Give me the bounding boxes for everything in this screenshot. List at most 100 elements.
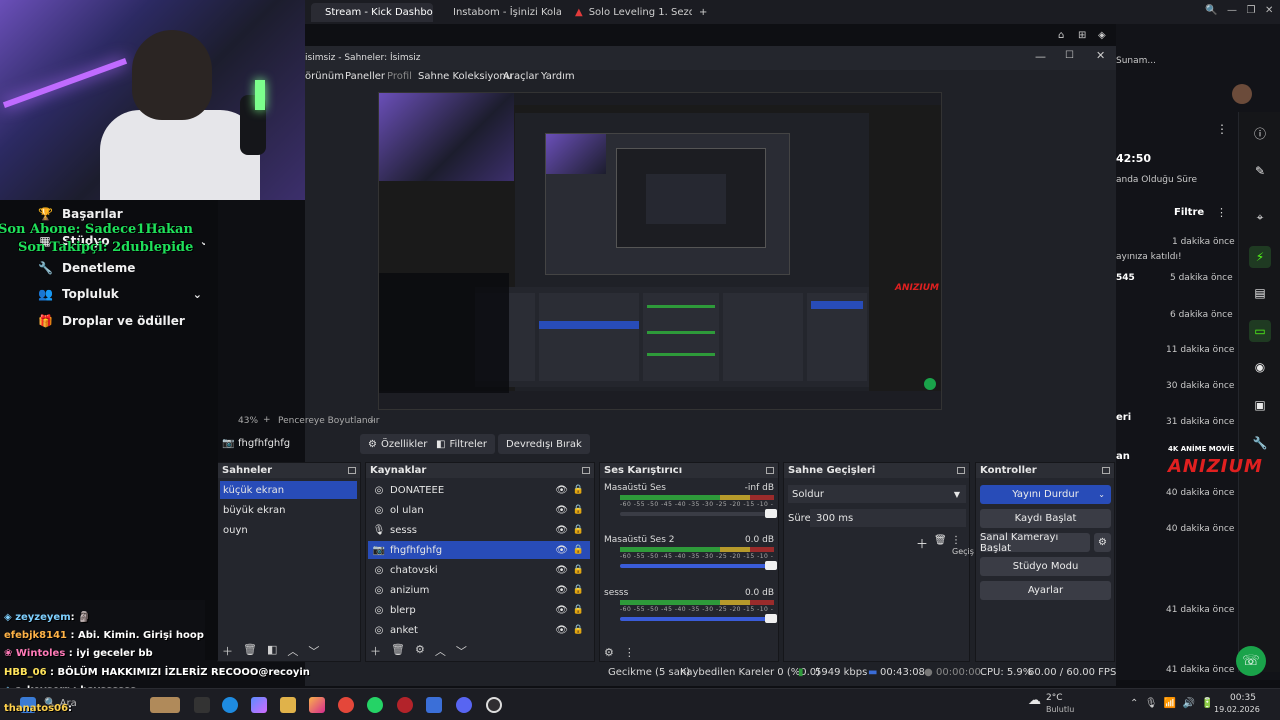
- studio-mode-button[interactable]: Stüdyo Modu: [980, 557, 1111, 576]
- filter-icon[interactable]: ◧: [267, 643, 277, 659]
- add-icon[interactable]: ＋: [916, 535, 928, 552]
- chevron-down-icon[interactable]: ⌄: [368, 415, 376, 425]
- folder-icon[interactable]: [280, 697, 296, 713]
- fader-knob[interactable]: [765, 509, 777, 518]
- gear-icon[interactable]: ⚙: [415, 643, 425, 659]
- plus-icon[interactable]: +: [263, 415, 271, 425]
- virtual-camera-button[interactable]: Sanal Kamerayı Başlat: [980, 532, 1090, 554]
- widget-icon[interactable]: [150, 697, 180, 713]
- sidebar-item-community[interactable]: 👥 Topluluk ⌄: [38, 287, 202, 301]
- clock-time[interactable]: 00:35: [1230, 693, 1256, 703]
- fit-to-window[interactable]: Pencereye Boyutlandır: [278, 416, 379, 426]
- menu-icon[interactable]: ⋮: [951, 535, 961, 546]
- shield-icon[interactable]: ◈: [1098, 30, 1106, 41]
- virtual-camera-settings-icon[interactable]: ⚙: [1094, 533, 1111, 552]
- menu-scene-collection[interactable]: Sahne Koleksiyonu: [418, 71, 512, 82]
- layout-icon[interactable]: ▣: [1249, 394, 1271, 416]
- eye-icon[interactable]: 👁: [555, 585, 568, 596]
- fader-knob[interactable]: [765, 561, 777, 570]
- app-icon[interactable]: [426, 697, 442, 713]
- undock-icon[interactable]: [582, 467, 590, 474]
- tab-solo-leveling[interactable]: ▲ Solo Leveling 1. Sezon 2. B: [567, 3, 692, 22]
- lock-icon[interactable]: 🔒: [573, 485, 584, 495]
- task-view-icon[interactable]: [194, 697, 210, 713]
- chrome-icon[interactable]: [338, 697, 354, 713]
- undock-icon[interactable]: [957, 467, 965, 474]
- more-options-icon[interactable]: ⋮: [1216, 122, 1228, 136]
- source-item[interactable]: 🎙 sesss 👁 🔒: [368, 521, 590, 539]
- duration-input[interactable]: 300 ms: [810, 509, 966, 527]
- filter-menu-icon[interactable]: ⋮: [1216, 206, 1227, 219]
- trash-icon[interactable]: 🗑: [391, 643, 405, 659]
- sidebar-item-achievements[interactable]: 🏆 Başarılar: [38, 207, 123, 221]
- source-item[interactable]: ◎ ol ulan 👁 🔒: [368, 501, 590, 519]
- eye-icon[interactable]: 👁: [555, 605, 568, 616]
- volume-slider[interactable]: [620, 561, 777, 570]
- volume-slider[interactable]: [620, 509, 777, 518]
- lock-icon[interactable]: 🔒: [573, 505, 584, 515]
- settings-button[interactable]: Ayarlar: [980, 581, 1111, 600]
- disable-source-button[interactable]: Devredışı Bırak: [498, 434, 590, 454]
- obs-preview-canvas[interactable]: ANIZIUM: [378, 92, 942, 410]
- undock-icon[interactable]: [1102, 467, 1110, 474]
- stop-stream-button[interactable]: Yayını Durdur ⌄: [980, 485, 1111, 504]
- start-recording-button[interactable]: Kaydı Başlat: [980, 509, 1111, 528]
- avatar[interactable]: [1232, 84, 1252, 104]
- menu-view[interactable]: örünüm: [305, 71, 344, 82]
- menu-profile[interactable]: Profil: [387, 71, 412, 82]
- eye-icon[interactable]: 👁: [555, 545, 568, 556]
- chat-icon[interactable]: ▭: [1249, 320, 1271, 342]
- scene-item[interactable]: küçük ekran: [220, 481, 357, 499]
- info-icon[interactable]: ⓘ: [1249, 122, 1271, 144]
- settings-icon[interactable]: ⚙: [604, 646, 614, 659]
- lightning-icon[interactable]: ⚡: [1249, 246, 1271, 268]
- support-chat-icon[interactable]: ☏: [1236, 646, 1266, 676]
- menu-docks[interactable]: Paneller: [345, 71, 385, 82]
- scene-item[interactable]: büyük ekran: [220, 501, 357, 519]
- tray-icons[interactable]: ⌃ 🎙 📶 🔊 🔋: [1130, 698, 1214, 709]
- sidebar-item-moderation[interactable]: 🔧 Denetleme: [38, 261, 135, 275]
- lock-icon[interactable]: 🔒: [573, 545, 584, 555]
- instagram-icon[interactable]: [309, 697, 325, 713]
- obs-icon[interactable]: [486, 697, 502, 713]
- wrench-icon[interactable]: 🔧: [1249, 432, 1271, 454]
- add-icon[interactable]: ＋: [222, 643, 233, 659]
- undock-icon[interactable]: [348, 467, 356, 474]
- eye-icon[interactable]: 👁: [555, 525, 568, 536]
- menu-help[interactable]: Yardım: [541, 71, 575, 82]
- lock-icon[interactable]: 🔒: [573, 585, 584, 595]
- screenshot-icon[interactable]: ⊞: [1078, 30, 1086, 41]
- lock-icon[interactable]: 🔒: [573, 625, 584, 635]
- copilot-icon[interactable]: [251, 697, 267, 713]
- new-tab-button[interactable]: +: [695, 3, 713, 22]
- eye-icon[interactable]: 👁: [555, 485, 568, 496]
- filter-button[interactable]: Filtre: [1174, 207, 1204, 218]
- edge-icon[interactable]: [222, 697, 238, 713]
- lock-icon[interactable]: 🔒: [573, 605, 584, 615]
- filters-button[interactable]: ◧ Filtreler: [428, 434, 496, 454]
- minimize-icon[interactable]: —: [1035, 50, 1046, 63]
- sidebar-item-drops[interactable]: 🎁 Droplar ve ödüller: [38, 314, 185, 328]
- crosshair-icon[interactable]: ⌖: [1249, 206, 1271, 228]
- discord-icon[interactable]: [456, 697, 472, 713]
- whatsapp-icon[interactable]: [367, 697, 383, 713]
- add-icon[interactable]: ＋: [370, 643, 381, 659]
- source-item[interactable]: ◎ blerp 👁 🔒: [368, 601, 590, 619]
- menu-icon[interactable]: ⋮: [624, 646, 635, 659]
- source-item[interactable]: ◎ anizium 👁 🔒: [368, 581, 590, 599]
- trash-icon[interactable]: 🗑: [243, 643, 257, 659]
- move-down-icon[interactable]: ﹀: [308, 643, 319, 659]
- close-icon[interactable]: ✕: [1096, 49, 1105, 62]
- maximize-icon[interactable]: ☐: [1065, 50, 1074, 61]
- transition-select[interactable]: Soldur ▼: [788, 485, 966, 503]
- move-up-icon[interactable]: ︿: [287, 643, 298, 659]
- undock-icon[interactable]: [766, 467, 774, 474]
- scene-item[interactable]: ouyn: [220, 521, 357, 539]
- tab-kick-dashboard[interactable]: Stream - Kick Dashboard: [311, 3, 433, 22]
- broadcast-icon[interactable]: ◉: [1249, 356, 1271, 378]
- tab-instabom[interactable]: Instabom - İşinizi Kolaylaş: [439, 3, 561, 22]
- clock-date[interactable]: 19.02.2026: [1214, 705, 1260, 714]
- eye-icon[interactable]: 👁: [555, 505, 568, 516]
- lock-icon[interactable]: 🔒: [573, 565, 584, 575]
- source-item[interactable]: ◎ DONATEEE 👁 🔒: [368, 481, 590, 499]
